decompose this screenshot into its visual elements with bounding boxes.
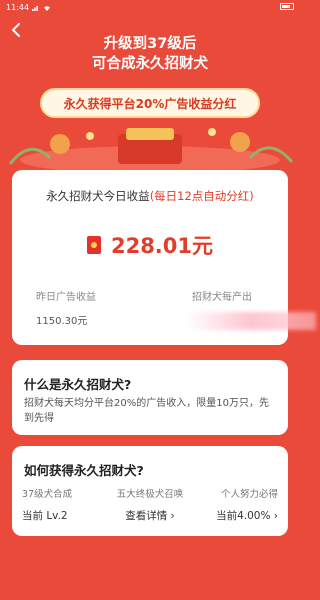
signal-icon [32,4,40,11]
decorative-illustration [8,128,294,174]
battery-icon [280,3,294,10]
banner-text: 永久获得平台20%广告收益分红 [63,96,237,111]
earnings-amount-row: 228.01元 [12,230,288,260]
status-row: 当前 Lv.2 查看详情 › 当前4.00% › [12,508,288,523]
method-summon: 五大终极犬召唤 [116,489,184,500]
how-to-get-card: 如何获得永久招财犬? 37级犬合成 五大终极犬召唤 个人努力必得 当前 Lv.2… [12,446,288,536]
page-title: 升级到37级后 可合成永久招财犬 [0,34,300,74]
status-bar: 11:44 [0,0,300,14]
what-is-card: 什么是永久招财犬? 招财犬每天均分平台20%的广告收入，限量10万只，先到先得 [12,360,288,435]
yesterday-value: 1150.30元 [36,316,88,327]
redaction-smudge [186,312,316,330]
view-details-link[interactable]: 查看详情 › [107,508,192,523]
earnings-title-text: 永久招财犬今日收益 [46,189,150,203]
status-time: 11:44 [6,2,30,12]
effort-progress-link[interactable]: 当前4.00% › [193,508,288,523]
earnings-amount: 228.01元 [110,234,214,258]
red-envelope-icon [86,236,101,254]
what-heading: 什么是永久招财犬? [24,377,132,392]
earnings-title-hint: (每日12点自动分红) [149,189,254,203]
method-merge: 37级犬合成 [22,489,73,500]
status-level: 当前 Lv.2 [22,510,68,522]
earnings-title: 永久招财犬今日收益(每日12点自动分红) [12,188,288,204]
dividend-banner: 永久获得平台20%广告收益分红 [40,88,260,118]
earnings-card: 永久招财犬今日收益(每日12点自动分红) 228.01元 昨日广告收益 招财犬每… [12,170,316,345]
yesterday-label: 昨日广告收益 [36,292,96,303]
title-line-1: 升级到37级后 [103,36,197,52]
wifi-icon [43,4,51,11]
how-heading: 如何获得永久招财犬? [24,463,144,478]
earnings-stats-row: 昨日广告收益 招财犬每产出 [12,288,288,303]
method-effort: 个人努力必得 [220,489,278,500]
what-body: 招财犬每天均分平台20%的广告收入，限量10万只，先到先得 [24,398,269,424]
method-row: 37级犬合成 五大终极犬召唤 个人努力必得 [12,486,288,500]
output-label: 招财犬每产出 [192,292,252,303]
title-line-2: 可合成永久招财犬 [92,56,208,72]
